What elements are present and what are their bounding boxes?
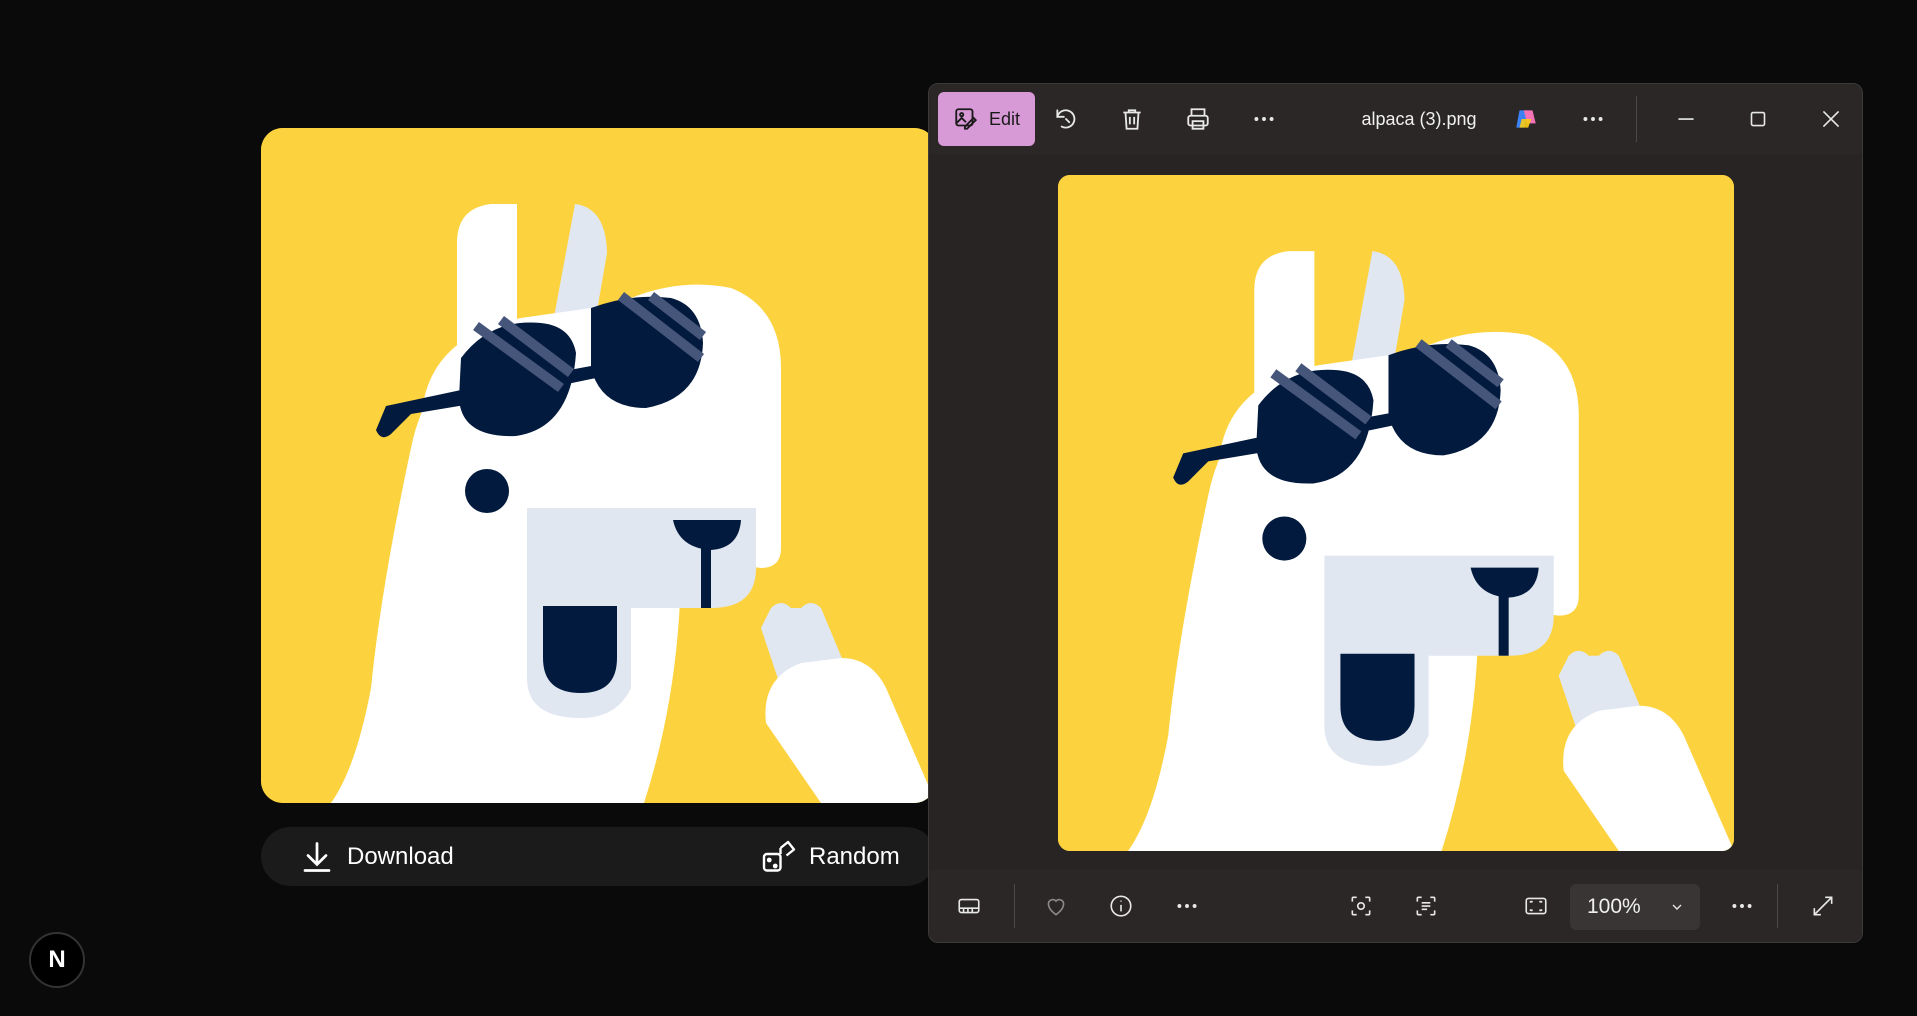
more-options-button-4[interactable] bbox=[1728, 892, 1756, 920]
separator bbox=[1777, 884, 1778, 928]
more-options-button-2[interactable] bbox=[1580, 106, 1606, 132]
copilot-button[interactable] bbox=[1513, 106, 1539, 132]
alpaca-image bbox=[261, 128, 936, 803]
separator bbox=[1636, 96, 1637, 142]
random-button[interactable]: Random bbox=[761, 827, 900, 886]
more-icon bbox=[1583, 117, 1603, 121]
image-canvas[interactable] bbox=[1058, 175, 1734, 851]
rotate-icon bbox=[1056, 109, 1076, 129]
more-icon bbox=[1177, 904, 1197, 908]
visual-search-button[interactable] bbox=[1347, 892, 1375, 920]
info-icon bbox=[1110, 895, 1132, 917]
rotate-button[interactable] bbox=[1053, 106, 1079, 132]
filmstrip-icon bbox=[958, 898, 980, 914]
dice-icon bbox=[762, 840, 796, 872]
more-options-button-3[interactable] bbox=[1173, 892, 1201, 920]
maximize-icon bbox=[1750, 111, 1766, 127]
minimize-button[interactable] bbox=[1673, 106, 1699, 132]
info-button[interactable] bbox=[1107, 892, 1135, 920]
photo-viewer-window: Edit alpaca (3).png 100% bbox=[928, 83, 1863, 943]
edit-image-icon bbox=[955, 108, 978, 130]
zoom-level: 100% bbox=[1587, 895, 1641, 918]
viewer-toolbar: Edit alpaca (3).png bbox=[929, 84, 1862, 154]
heart-icon bbox=[1047, 898, 1065, 916]
trash-icon bbox=[1123, 109, 1141, 130]
expand-icon bbox=[1813, 896, 1833, 916]
zoom-dropdown[interactable]: 100% bbox=[1570, 884, 1700, 930]
text-scan-icon bbox=[1416, 896, 1436, 916]
download-button[interactable]: Download bbox=[299, 827, 454, 886]
random-label: Random bbox=[809, 842, 900, 870]
file-name: alpaca (3).png bbox=[1361, 108, 1477, 129]
copilot-icon bbox=[1516, 110, 1536, 128]
filmstrip-button[interactable] bbox=[955, 892, 983, 920]
more-icon bbox=[1732, 904, 1752, 908]
minimize-icon bbox=[1678, 118, 1694, 120]
download-icon bbox=[303, 841, 331, 872]
more-icon bbox=[1254, 117, 1274, 121]
fullscreen-button[interactable] bbox=[1809, 892, 1837, 920]
fit-to-window-button[interactable] bbox=[1522, 892, 1550, 920]
printer-icon bbox=[1187, 108, 1209, 130]
next-badge[interactable]: N bbox=[29, 932, 85, 988]
close-icon bbox=[1822, 110, 1840, 128]
chevron-down-icon bbox=[1672, 904, 1682, 910]
close-button[interactable] bbox=[1818, 106, 1844, 132]
download-label: Download bbox=[347, 842, 454, 870]
maximize-button[interactable] bbox=[1745, 106, 1771, 132]
viewer-bottom-bar: 100% bbox=[929, 870, 1862, 942]
favorite-button[interactable] bbox=[1042, 892, 1070, 920]
scan-icon bbox=[1351, 896, 1371, 916]
action-bar: Download Random bbox=[261, 827, 936, 886]
more-options-button[interactable] bbox=[1251, 106, 1277, 132]
fit-icon bbox=[1525, 897, 1547, 915]
edit-button[interactable]: Edit bbox=[938, 92, 1035, 146]
edit-label: Edit bbox=[988, 108, 1021, 129]
delete-button[interactable] bbox=[1119, 106, 1145, 132]
text-scan-button[interactable] bbox=[1412, 892, 1440, 920]
separator bbox=[1014, 884, 1015, 928]
print-button[interactable] bbox=[1185, 106, 1211, 132]
